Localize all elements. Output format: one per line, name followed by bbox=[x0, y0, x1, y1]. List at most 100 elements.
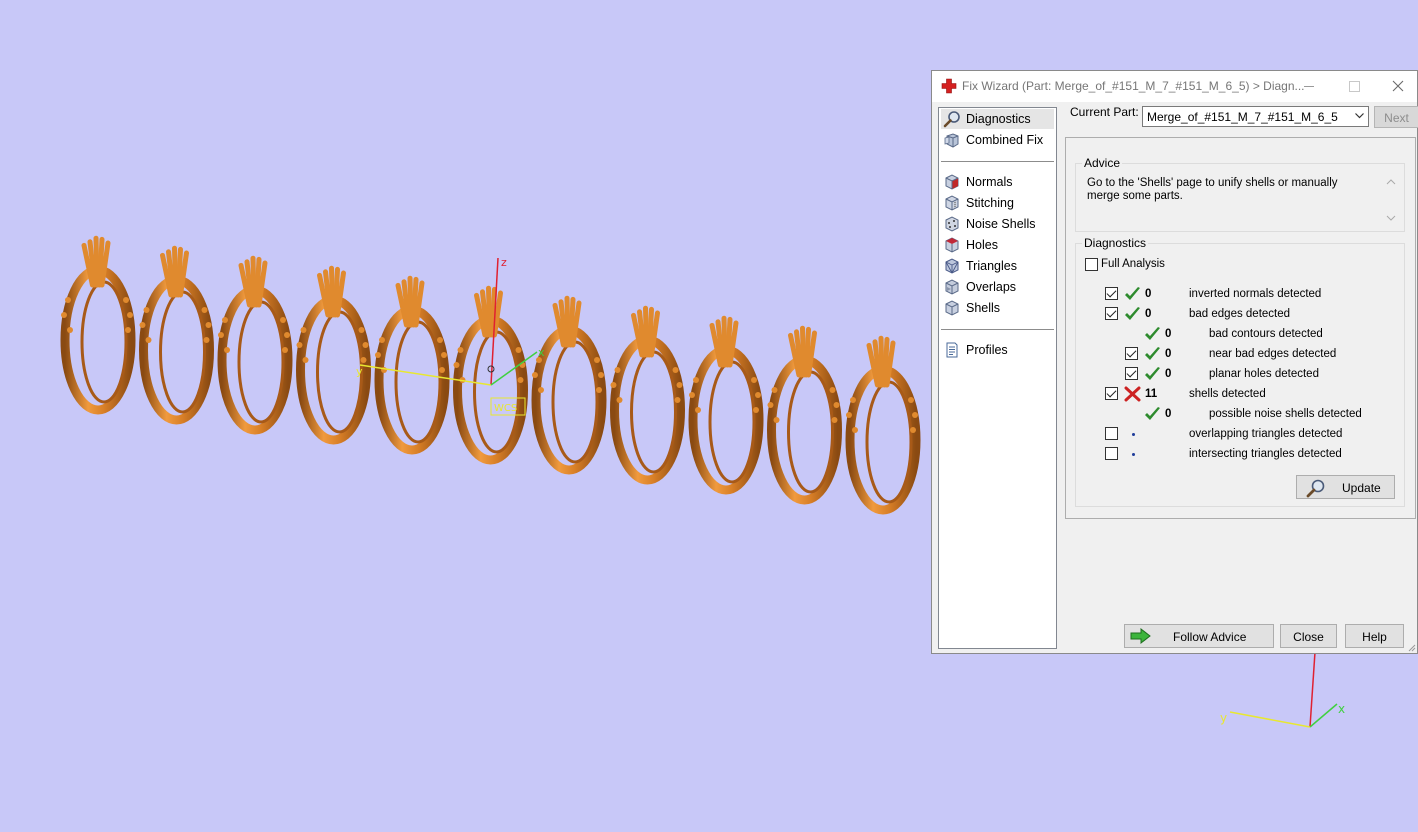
diagnostic-label: shells detected bbox=[1189, 388, 1266, 400]
check-icon bbox=[1125, 307, 1140, 320]
nav-item-stitching[interactable]: Stitching bbox=[941, 193, 1054, 213]
diagnostics-title: Diagnostics bbox=[1082, 236, 1149, 250]
check-icon bbox=[1145, 327, 1160, 340]
normals-cube-icon bbox=[945, 174, 959, 190]
follow-advice-label: Follow Advice bbox=[1173, 630, 1247, 644]
ring-model[interactable] bbox=[688, 315, 764, 495]
current-part-select[interactable]: Merge_of_#151_M_7_#151_M_6_5 bbox=[1142, 106, 1369, 127]
diagnostic-label: overlapping triangles detected bbox=[1189, 428, 1343, 440]
diagnostic-checkbox[interactable] bbox=[1125, 347, 1138, 360]
title-bar[interactable]: Fix Wizard (Part: Merge_of_#151_M_7_#151… bbox=[932, 71, 1417, 102]
red-cross-icon bbox=[941, 78, 957, 94]
green-arrow-icon bbox=[1130, 628, 1151, 644]
ring-model[interactable] bbox=[139, 245, 214, 425]
check-icon bbox=[1145, 367, 1160, 380]
svg-text:y: y bbox=[1220, 711, 1227, 725]
diagnostic-checkbox[interactable] bbox=[1105, 287, 1118, 300]
nav-divider bbox=[941, 161, 1054, 162]
nav-label: Normals bbox=[966, 175, 1013, 189]
magnifier-icon bbox=[1306, 479, 1325, 498]
corner-axis-gizmo: x y bbox=[1220, 651, 1345, 728]
follow-advice-button[interactable]: Follow Advice bbox=[1124, 624, 1274, 648]
next-button[interactable]: Next bbox=[1374, 106, 1418, 128]
diagnostic-row: 0 bad contours detected bbox=[1076, 324, 1406, 344]
window-title: Fix Wizard (Part: Merge_of_#151_M_7_#151… bbox=[962, 79, 1305, 93]
advice-title: Advice bbox=[1082, 156, 1123, 170]
nav-item-overlaps[interactable]: Overlaps bbox=[941, 277, 1054, 297]
nav-label: Profiles bbox=[966, 343, 1008, 357]
diagnostic-count: 0 bbox=[1165, 368, 1172, 380]
close-button[interactable]: Close bbox=[1280, 624, 1337, 648]
nav-item-diagnostics[interactable]: Diagnostics bbox=[941, 109, 1054, 129]
diagnostic-label: bad contours detected bbox=[1209, 328, 1323, 340]
fix-wizard-dialog: Fix Wizard (Part: Merge_of_#151_M_7_#151… bbox=[931, 70, 1418, 654]
diagnostic-row: 0 bad edges detected bbox=[1076, 304, 1406, 324]
nav-item-profiles[interactable]: Profiles bbox=[941, 340, 1054, 360]
overlaps-cube-icon bbox=[945, 279, 959, 295]
diagnostic-row: 0 possible noise shells detected bbox=[1076, 404, 1406, 424]
document-icon bbox=[946, 342, 958, 358]
ring-model[interactable] bbox=[296, 265, 371, 445]
close-window-button[interactable] bbox=[1376, 71, 1418, 102]
z-axis-label: z bbox=[501, 256, 507, 269]
ring-model[interactable] bbox=[610, 305, 685, 485]
diagnostic-checkbox[interactable] bbox=[1105, 387, 1118, 400]
advice-scrollbar[interactable] bbox=[1385, 177, 1397, 223]
diagnostic-count: 0 bbox=[1145, 308, 1152, 320]
update-label: Update bbox=[1342, 481, 1381, 495]
resize-grip-icon[interactable] bbox=[1406, 642, 1416, 652]
wcs-label: WCS bbox=[494, 403, 517, 414]
diagnostic-checkbox[interactable] bbox=[1105, 427, 1118, 440]
diagnostic-checkbox[interactable] bbox=[1125, 367, 1138, 380]
nav-item-noise-shells[interactable]: Noise Shells bbox=[941, 214, 1054, 234]
diagnostic-count: 0 bbox=[1165, 408, 1172, 420]
minimize-button[interactable] bbox=[1287, 71, 1331, 102]
diagnostic-row: overlapping triangles detected bbox=[1076, 424, 1406, 444]
diagnostic-label: near bad edges detected bbox=[1209, 348, 1337, 360]
diagnostics-group: Diagnostics Full Analysis 0 inverted norm… bbox=[1075, 236, 1406, 507]
diagnostic-row: intersecting triangles detected bbox=[1076, 444, 1406, 464]
nav-label: Holes bbox=[966, 238, 998, 252]
nav-item-holes[interactable]: Holes bbox=[941, 235, 1054, 255]
ring-model[interactable] bbox=[217, 255, 293, 435]
diagnostic-count: 0 bbox=[1145, 288, 1152, 300]
wizard-nav: Diagnostics Combined Fix Normals Stitchi… bbox=[938, 107, 1057, 649]
diagnostic-count: 0 bbox=[1165, 348, 1172, 360]
nav-item-triangles[interactable]: Triangles bbox=[941, 256, 1054, 276]
combined-fix-icon bbox=[944, 133, 959, 148]
nav-item-shells[interactable]: Shells bbox=[941, 298, 1054, 318]
nav-label: Overlaps bbox=[966, 280, 1017, 294]
diagnostic-label: bad edges detected bbox=[1189, 308, 1291, 320]
nav-label: Noise Shells bbox=[966, 217, 1036, 231]
check-icon bbox=[1145, 347, 1160, 360]
diagnostic-row: 0 inverted normals detected bbox=[1076, 284, 1406, 304]
check-icon bbox=[1145, 407, 1160, 420]
holes-cube-icon bbox=[945, 237, 959, 253]
magnifier-icon bbox=[943, 111, 960, 128]
check-icon bbox=[1125, 287, 1140, 300]
ring-model[interactable] bbox=[374, 275, 450, 455]
ring-model[interactable] bbox=[767, 325, 842, 505]
nav-item-normals[interactable]: Normals bbox=[941, 172, 1054, 192]
help-button[interactable]: Help bbox=[1345, 624, 1404, 648]
y-axis-label: y bbox=[356, 365, 363, 378]
full-analysis-checkbox[interactable] bbox=[1085, 258, 1098, 271]
maximize-button[interactable] bbox=[1332, 71, 1376, 102]
nav-item-combined-fix[interactable]: Combined Fix bbox=[941, 130, 1054, 150]
nav-label: Shells bbox=[966, 301, 1001, 315]
diagnostic-label: planar holes detected bbox=[1209, 368, 1319, 380]
ring-model[interactable] bbox=[531, 295, 607, 475]
ring-model[interactable] bbox=[453, 285, 528, 465]
diagnostic-row: 0 near bad edges detected bbox=[1076, 344, 1406, 364]
diagnostic-checkbox[interactable] bbox=[1105, 447, 1118, 460]
advice-group: Advice Go to the 'Shells' page to unify … bbox=[1075, 156, 1405, 232]
triangles-cube-icon bbox=[945, 258, 959, 274]
diagnostic-label: inverted normals detected bbox=[1189, 288, 1322, 300]
ring-model[interactable] bbox=[60, 235, 136, 415]
svg-text:x: x bbox=[1338, 702, 1345, 716]
ring-model[interactable] bbox=[845, 335, 921, 515]
advice-text: Go to the 'Shells' page to unify shells … bbox=[1087, 177, 1338, 202]
update-button[interactable]: Update bbox=[1296, 475, 1395, 499]
nav-label: Combined Fix bbox=[966, 133, 1044, 147]
diagnostic-checkbox[interactable] bbox=[1105, 307, 1118, 320]
